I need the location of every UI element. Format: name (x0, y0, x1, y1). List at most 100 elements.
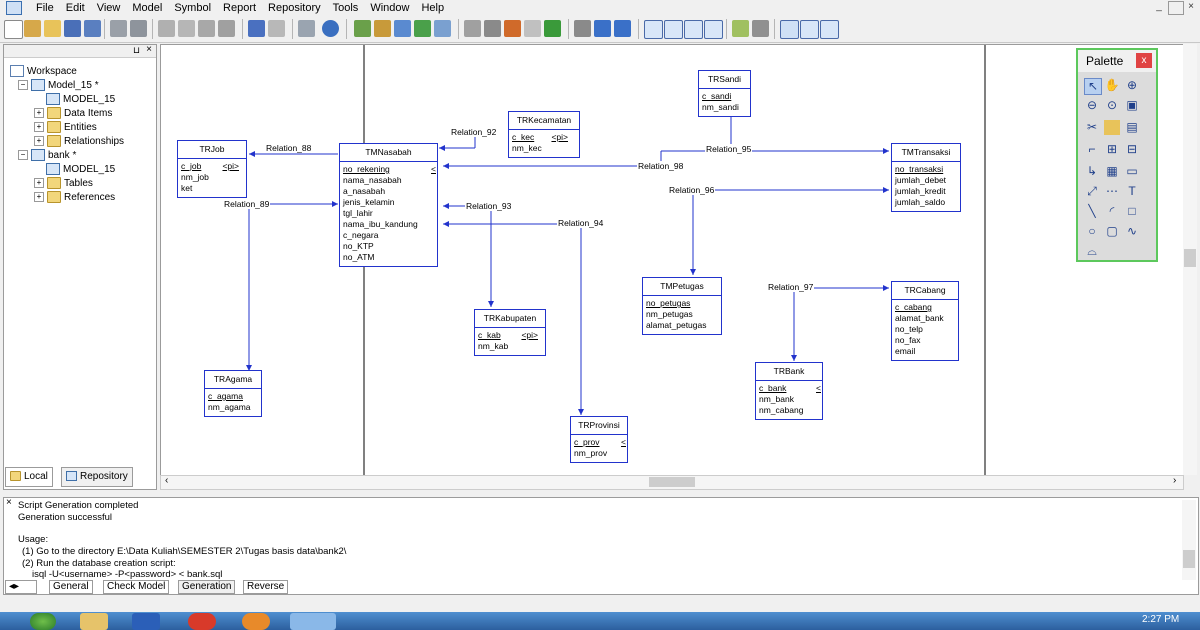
format-icon[interactable] (484, 20, 501, 37)
table-tool-icon[interactable]: ▤ (1124, 120, 1140, 135)
right-arrow-icon[interactable] (614, 20, 631, 37)
print-preview-icon[interactable] (110, 20, 127, 37)
menu-window[interactable]: Window (364, 2, 415, 14)
menu-file[interactable]: File (30, 2, 60, 14)
tab-check-model[interactable]: Check Model (103, 580, 170, 594)
scroll-thumb[interactable] (649, 477, 695, 487)
scroll-left-icon[interactable]: ‹ (165, 475, 168, 486)
view-1-icon[interactable] (644, 20, 663, 39)
document-tool-icon[interactable]: ▭ (1124, 164, 1140, 179)
menu-tools[interactable]: Tools (327, 2, 365, 14)
view-4-icon[interactable] (704, 20, 723, 39)
delete-icon[interactable] (218, 20, 235, 37)
powerdesigner-task-icon[interactable] (290, 613, 336, 630)
zoom-fit-icon[interactable]: ⊙ (1104, 98, 1120, 113)
tree-item-tables[interactable]: + Tables (34, 177, 93, 191)
refresh-icon[interactable] (414, 20, 431, 37)
entity-tmtransaksi[interactable]: TMTransaksi no_transaksi jumlah_debet ju… (891, 143, 961, 212)
palette-close-icon[interactable]: x (1136, 53, 1152, 68)
menu-model[interactable]: Model (126, 2, 168, 14)
tab-repository[interactable]: Repository (61, 467, 133, 487)
tab-reverse[interactable]: Reverse (243, 580, 289, 594)
relation-94-label[interactable]: Relation_94 (557, 218, 605, 228)
ellipse-tool-icon[interactable]: ○ (1084, 224, 1100, 239)
package-tool-icon[interactable] (1104, 120, 1120, 135)
expand-icon[interactable]: + (34, 192, 44, 203)
explorer-icon[interactable] (80, 613, 108, 630)
menu-report[interactable]: Report (217, 2, 262, 14)
inheritance-icon[interactable] (394, 20, 411, 37)
view-2-icon[interactable] (664, 20, 683, 39)
output-close-icon[interactable]: × (6, 497, 12, 508)
pointer-icon[interactable]: ↖ (1084, 78, 1102, 95)
cut-icon[interactable] (158, 20, 175, 37)
output-icon[interactable] (800, 20, 819, 39)
entity-trjob[interactable]: TRJob c_job <pi> nm_job ket (177, 140, 247, 198)
close-icon[interactable]: × (1184, 1, 1198, 13)
polygon-tool-icon[interactable]: ⌓ (1084, 244, 1100, 259)
scroll-thumb[interactable] (1184, 249, 1196, 267)
text-tool-icon[interactable]: T (1124, 184, 1140, 199)
expand-icon[interactable]: + (34, 178, 44, 189)
procedure-tool-icon[interactable]: ⊟ (1124, 142, 1140, 157)
output-scrollbar[interactable] (1182, 500, 1196, 580)
tab-nav-arrows[interactable]: ◂▸ (5, 580, 37, 594)
open-package-icon[interactable]: ▣ (1124, 98, 1140, 113)
vertical-scrollbar[interactable] (1183, 44, 1197, 475)
entity-tmpetugas[interactable]: TMPetugas no_petugas nm_petugas alamat_p… (642, 277, 722, 335)
copy-icon[interactable] (178, 20, 195, 37)
tree-item-references[interactable]: + References (34, 191, 115, 205)
relation-95-label[interactable]: Relation_95 (705, 144, 753, 154)
entity-trkecamatan[interactable]: TRKecamatan c_kec <pi> nm_kec (508, 111, 580, 158)
save-icon[interactable] (64, 20, 81, 37)
entity-trkabupaten[interactable]: TRKabupaten c_kab <pi> nm_kab (474, 309, 546, 356)
traceability-tool-icon[interactable]: ⋯ (1104, 184, 1120, 199)
new-project-icon[interactable] (24, 20, 41, 37)
browser-close-icon[interactable]: × (146, 44, 152, 55)
relation-96-label[interactable]: Relation_96 (668, 185, 716, 195)
expand-icon[interactable]: + (34, 136, 44, 147)
menu-help[interactable]: Help (415, 2, 450, 14)
relation-92-label[interactable]: Relation_92 (450, 127, 498, 137)
tree-item-bank-diagram[interactable]: MODEL_15 (46, 163, 115, 177)
expand-icon[interactable]: + (34, 122, 44, 133)
save-all-icon[interactable] (84, 20, 101, 37)
tab-generation[interactable]: Generation (178, 580, 236, 594)
line-style-icon[interactable] (464, 20, 481, 37)
restore-icon[interactable] (1168, 1, 1184, 15)
collapse-icon[interactable]: − (18, 80, 28, 91)
open-icon[interactable] (44, 20, 61, 37)
dependency-tool-icon[interactable]: ⤢ (1084, 184, 1100, 199)
left-arrow-icon[interactable] (594, 20, 611, 37)
tree-item-model15-diagram[interactable]: MODEL_15 (46, 93, 115, 107)
relation-97-label[interactable]: Relation_97 (767, 282, 815, 292)
collapse-icon[interactable]: − (18, 150, 28, 161)
word-icon[interactable] (132, 613, 160, 630)
reverse-icon[interactable] (752, 20, 769, 37)
print-icon[interactable] (130, 20, 147, 37)
diagram-canvas[interactable]: TRJob c_job <pi> nm_job ket TMNasabah no_… (160, 44, 1184, 477)
tree-item-model15[interactable]: − Model_15 * (18, 79, 99, 93)
polyline-tool-icon[interactable]: ∿ (1124, 224, 1140, 239)
menu-repository[interactable]: Repository (262, 2, 327, 14)
entity-trsandi[interactable]: TRSandi c_sandi nm_sandi (698, 70, 751, 117)
package-icon[interactable] (374, 20, 391, 37)
entity-icon[interactable] (354, 20, 371, 37)
clock[interactable]: 2:27 PM (1142, 614, 1179, 625)
arc-tool-icon[interactable]: ◜ (1104, 204, 1120, 219)
firefox-icon[interactable] (242, 613, 270, 630)
file-tool-icon[interactable]: ▦ (1104, 164, 1120, 179)
tab-general[interactable]: General (49, 580, 93, 594)
tree-item-workspace[interactable]: Workspace (10, 65, 77, 79)
line-tool-icon[interactable]: ╲ (1084, 204, 1100, 219)
menu-view[interactable]: View (91, 2, 127, 14)
reference-tool-icon[interactable]: ⌐ (1084, 142, 1100, 157)
new-icon[interactable] (4, 20, 23, 39)
tree-item-entities[interactable]: + Entities (34, 121, 97, 135)
rounded-rectangle-tool-icon[interactable]: ▢ (1104, 224, 1120, 239)
fill-icon[interactable] (524, 20, 541, 37)
font-icon[interactable] (544, 20, 561, 37)
pin-icon[interactable]: ⊔ (133, 45, 140, 56)
zoom-in-icon[interactable]: ⊕ (1124, 78, 1140, 93)
palette-window[interactable]: Palette x ↖ ✋ ⊕ ⊖ ⊙ ▣ ✂ ▤ ⌐ ⊞ ⊟ ↳ ▦ ▭ ⤢ … (1076, 48, 1158, 262)
